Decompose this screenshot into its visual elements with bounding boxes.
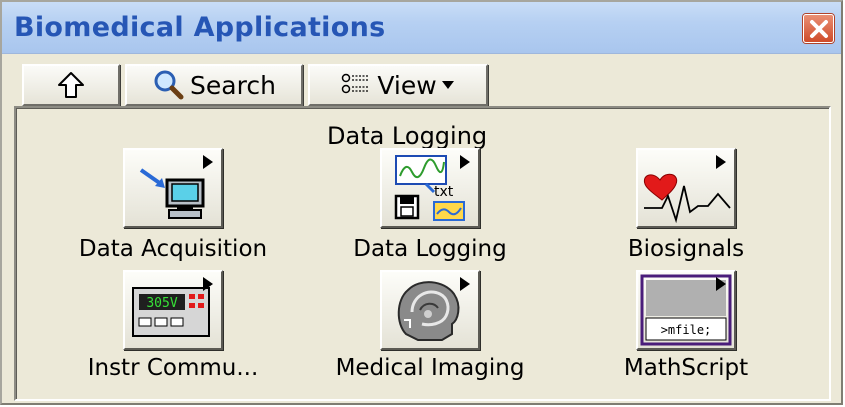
mathscript-prompt: >mfile; — [661, 323, 712, 337]
mathscript-tile[interactable]: >mfile; — [636, 270, 736, 350]
view-list-icon — [342, 73, 370, 94]
up-arrow-icon — [58, 72, 84, 98]
biomedical-applications-window: Biomedical Applications Search View Data… — [0, 0, 843, 405]
data-acquisition-label: Data Acquisition — [78, 236, 268, 262]
instr-commu-tile[interactable]: 305V — [123, 270, 223, 350]
triangle-down-icon — [441, 81, 454, 89]
window-title: Biomedical Applications — [14, 12, 386, 43]
instr-commu-label: Instr Commu... — [87, 355, 259, 381]
data-logging-tile[interactable]: txt — [380, 148, 480, 228]
close-x-icon — [810, 20, 828, 38]
svg-text:txt: txt — [434, 184, 454, 200]
hover-item-label: Data Logging — [327, 122, 488, 150]
close-button[interactable] — [803, 14, 834, 43]
view-label: View — [377, 70, 437, 100]
palette-toolbar: Search View — [22, 64, 493, 106]
voltmeter-readout: 305V — [146, 296, 177, 311]
magnifier-icon — [154, 70, 184, 100]
mathscript-label: MathScript — [623, 355, 749, 381]
up-button[interactable] — [22, 64, 120, 106]
medical-imaging-label: Medical Imaging — [335, 355, 525, 381]
title-bar[interactable]: Biomedical Applications — [2, 2, 841, 54]
data-logging-label: Data Logging — [353, 236, 507, 262]
medical-imaging-tile[interactable] — [380, 270, 480, 350]
search-label: Search — [190, 70, 276, 100]
biosignals-label: Biosignals — [627, 236, 745, 262]
view-button[interactable]: View — [308, 64, 488, 106]
biosignals-tile[interactable] — [636, 148, 736, 228]
search-button[interactable]: Search — [125, 64, 303, 106]
data-acquisition-tile[interactable] — [123, 148, 223, 228]
